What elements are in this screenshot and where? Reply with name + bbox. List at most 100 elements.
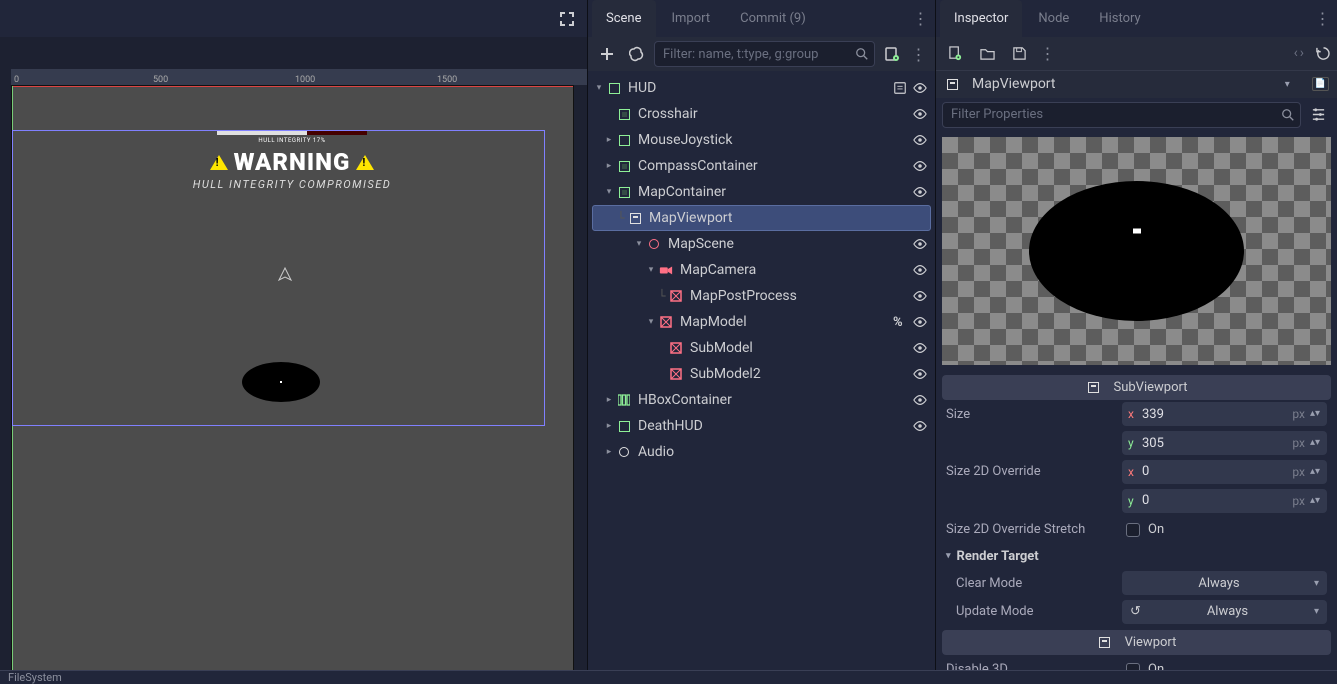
- tab-node[interactable]: Node: [1024, 0, 1083, 37]
- fullscreen-button[interactable]: [555, 7, 579, 31]
- visibility-icon[interactable]: [913, 367, 929, 381]
- visibility-icon[interactable]: [913, 393, 929, 407]
- dock-menu-button[interactable]: ⋮: [1313, 9, 1333, 29]
- expand-icon[interactable]: ▸: [602, 135, 616, 145]
- visibility-icon[interactable]: [913, 81, 929, 95]
- visibility-icon[interactable]: [913, 289, 929, 303]
- visibility-icon[interactable]: [913, 185, 929, 199]
- node-mapviewport[interactable]: └ MapViewport: [592, 205, 931, 231]
- instance-scene-button[interactable]: [624, 41, 650, 67]
- node-mapcamera[interactable]: ▾ MapCamera: [588, 257, 935, 283]
- history-back-button[interactable]: ‹: [1294, 45, 1298, 61]
- visibility-icon[interactable]: [913, 263, 929, 277]
- visibility-icon[interactable]: [913, 341, 929, 355]
- warning-triangle-icon: [356, 155, 374, 170]
- inspector-toolbar: ⋮ ‹ ›: [936, 37, 1337, 70]
- inspector-filter-row: [936, 98, 1337, 131]
- warning-subtitle: HULL INTEGRITY COMPROMISED: [182, 178, 402, 191]
- new-resource-button[interactable]: [942, 40, 968, 66]
- expand-icon[interactable]: ▸: [602, 395, 616, 405]
- prop-clear-mode: Clear Mode Always▾: [936, 569, 1337, 598]
- viewport-preview: [936, 131, 1337, 371]
- visibility-icon[interactable]: [913, 133, 929, 147]
- viewport-icon: [1097, 635, 1113, 651]
- visibility-icon[interactable]: [913, 159, 929, 173]
- collapse-icon[interactable]: ▾: [644, 265, 658, 275]
- expand-icon[interactable]: ▸: [602, 161, 616, 171]
- visibility-icon[interactable]: [913, 237, 929, 251]
- size2d-x-input[interactable]: x 0 px ▴▾: [1122, 460, 1327, 484]
- group-render-target[interactable]: ▾Render Target: [936, 544, 1337, 569]
- collapse-icon[interactable]: ▾: [632, 239, 646, 249]
- collapse-icon[interactable]: ▾: [592, 83, 606, 93]
- node-submodel2[interactable]: SubModel2: [588, 361, 935, 387]
- canvas-2d[interactable]: HULL INTEGRITY 17% WARNING HULL INTEGRIT…: [11, 85, 574, 680]
- script-icon[interactable]: [893, 81, 909, 95]
- scene-extra-menu[interactable]: ⋮: [909, 44, 929, 64]
- add-node-button[interactable]: [594, 41, 620, 67]
- inspector-dock: Inspector Node History ⋮ ⋮ ‹ › MapViewpo…: [936, 0, 1337, 684]
- tab-import[interactable]: Import: [658, 0, 725, 37]
- prop-size-y: y 305 px ▴▾: [936, 429, 1337, 458]
- warning-triangle-icon: [210, 155, 228, 170]
- property-options-button[interactable]: [1305, 102, 1331, 128]
- size-x-input[interactable]: x 339 px ▴▾: [1122, 402, 1327, 426]
- save-resource-button[interactable]: [1006, 40, 1032, 66]
- filesystem-dock-tab[interactable]: FileSystem: [0, 670, 1337, 684]
- size-y-input[interactable]: y 305 px ▴▾: [1122, 431, 1327, 455]
- update-mode-dropdown[interactable]: ↺ Always▾: [1122, 600, 1327, 624]
- docs-button[interactable]: 📄: [1312, 77, 1329, 91]
- node-crosshair[interactable]: Crosshair: [588, 101, 935, 127]
- scene-dock: Scene Import Commit (9) ⋮ ⋮ ▾ HUD Crossh…: [587, 0, 936, 684]
- node-submodel[interactable]: SubModel: [588, 335, 935, 361]
- dock-menu-button[interactable]: ⋮: [911, 9, 931, 29]
- prop-size2d-stretch: Size 2D Override Stretch On: [936, 515, 1337, 544]
- inspector-extra-menu[interactable]: ⋮: [1038, 43, 1058, 63]
- node-hboxcontainer[interactable]: ▸ HBoxContainer: [588, 387, 935, 413]
- tab-inspector[interactable]: Inspector: [940, 0, 1022, 37]
- expand-icon[interactable]: ▸: [602, 421, 616, 431]
- inspector-resource-header[interactable]: MapViewport ▾ 📄: [936, 70, 1337, 99]
- visibility-icon[interactable]: [913, 107, 929, 121]
- history-forward-button[interactable]: ›: [1300, 45, 1304, 61]
- crosshair-preview: [276, 266, 294, 284]
- node-hud[interactable]: ▾ HUD: [588, 75, 935, 101]
- unique-name-icon[interactable]: %: [893, 315, 909, 330]
- section-viewport[interactable]: Viewport: [942, 630, 1331, 655]
- editor-viewport-panel: 0 500 1000 1500 HULL INTEGRITY 17% WARNI…: [0, 0, 587, 684]
- chevron-down-icon[interactable]: ▾: [1285, 79, 1290, 90]
- expand-icon[interactable]: ▸: [602, 447, 616, 457]
- tab-scene[interactable]: Scene: [592, 0, 656, 37]
- section-subviewport[interactable]: SubViewport: [942, 375, 1331, 400]
- node-deathhud[interactable]: ▸ DeathHUD: [588, 413, 935, 439]
- stretch-checkbox[interactable]: On: [1122, 518, 1327, 542]
- node-compasscontainer[interactable]: ▸ CompassContainer: [588, 153, 935, 179]
- node-mapscene[interactable]: ▾ MapScene: [588, 231, 935, 257]
- visibility-icon[interactable]: [913, 315, 929, 329]
- size2d-y-input[interactable]: y 0 px ▴▾: [1122, 489, 1327, 513]
- attach-script-button[interactable]: [879, 41, 905, 67]
- node-mapmodel[interactable]: ▾ MapModel %: [588, 309, 935, 335]
- visibility-icon[interactable]: [913, 419, 929, 433]
- inspector-dock-tabs: Inspector Node History ⋮: [936, 0, 1337, 37]
- inspector-filter-input[interactable]: [942, 102, 1301, 128]
- spinner-icon[interactable]: ▴▾: [1309, 440, 1321, 446]
- history-menu-button[interactable]: [1316, 46, 1331, 61]
- clear-mode-dropdown[interactable]: Always▾: [1122, 571, 1327, 595]
- tab-history[interactable]: History: [1085, 0, 1154, 37]
- spinner-icon[interactable]: ▴▾: [1309, 498, 1321, 504]
- revert-icon[interactable]: ↺: [1130, 604, 1141, 619]
- node-mappostprocess[interactable]: └ MapPostProcess: [588, 283, 935, 309]
- collapse-icon[interactable]: ▾: [644, 317, 658, 327]
- node-audio[interactable]: ▸ Audio: [588, 439, 935, 465]
- load-resource-button[interactable]: [974, 40, 1000, 66]
- scene-tree[interactable]: ▾ HUD Crosshair ▸ MouseJoystick ▸ Compas…: [588, 71, 935, 684]
- tab-commit[interactable]: Commit (9): [726, 0, 820, 37]
- spinner-icon[interactable]: ▴▾: [1309, 469, 1321, 475]
- node-mapcontainer[interactable]: ▾ MapContainer: [588, 179, 935, 205]
- spinner-icon[interactable]: ▴▾: [1309, 411, 1321, 417]
- scene-filter-input[interactable]: [654, 41, 875, 67]
- node-mousejoystick[interactable]: ▸ MouseJoystick: [588, 127, 935, 153]
- collapse-icon[interactable]: ▾: [602, 187, 616, 197]
- prop-update-mode: Update Mode ↺ Always▾: [936, 598, 1337, 627]
